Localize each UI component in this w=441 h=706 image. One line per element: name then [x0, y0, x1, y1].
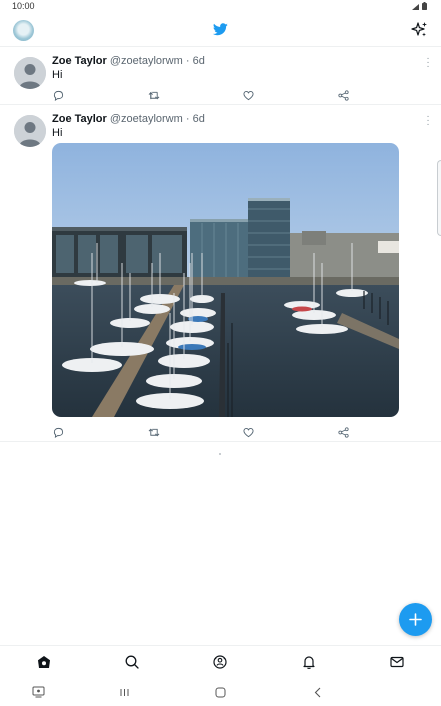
tweet-age: 6d	[192, 113, 205, 125]
tweet-divider	[0, 441, 441, 442]
tweet-photo[interactable]	[52, 143, 399, 417]
tweet-actions	[52, 88, 352, 102]
tweet-author-name[interactable]: Zoe Taylor	[52, 113, 107, 125]
system-assistant-button[interactable]	[32, 685, 45, 703]
nav-home[interactable]	[36, 654, 52, 670]
tweet-text: Hi	[52, 127, 63, 139]
tweet-age: 6d	[192, 55, 205, 67]
tweet-author-handle[interactable]: @zoetaylorwm	[110, 113, 183, 125]
system-back-button[interactable]	[313, 685, 323, 703]
messages-icon	[390, 656, 404, 668]
notifications-icon	[303, 656, 315, 669]
status-bar: 10:00	[0, 0, 441, 14]
default-avatar-icon	[14, 115, 46, 147]
back-icon	[314, 687, 321, 698]
status-icons	[412, 2, 427, 10]
recent-apps-icon	[32, 686, 45, 698]
home-button-icon	[215, 687, 226, 698]
tweet-author-handle[interactable]: @zoetaylorwm	[110, 55, 183, 67]
loading-indicator	[219, 453, 221, 455]
profile-avatar[interactable]	[13, 20, 34, 41]
tweet-header: Zoe Taylor @zoetaylorwm · 6d	[52, 113, 205, 125]
harbor-photo	[52, 143, 399, 417]
compose-tweet-button[interactable]	[399, 603, 432, 636]
system-nav-bar	[0, 677, 441, 706]
status-time: 10:00	[12, 1, 35, 11]
tweet-more-icon[interactable]: · · ·	[425, 54, 431, 72]
edge-panel-handle[interactable]	[437, 160, 441, 236]
search-icon	[125, 655, 139, 669]
home-icon	[38, 656, 50, 668]
bottom-nav	[0, 645, 441, 677]
signal-icon	[412, 4, 419, 10]
tweet-more-icon[interactable]: · · ·	[425, 112, 431, 130]
tweet-avatar[interactable]	[14, 57, 46, 89]
tweet-separator: ·	[185, 113, 190, 125]
tweet-avatar[interactable]	[14, 115, 46, 147]
nav-notifications[interactable]	[301, 654, 317, 670]
tweet[interactable]: Zoe Taylor @zoetaylorwm · 6d · · · Hi	[0, 48, 441, 104]
default-avatar-icon	[14, 57, 46, 89]
spaces-icon	[213, 655, 227, 669]
recent-apps-icon	[120, 689, 129, 696]
twitter-bird-icon[interactable]	[213, 23, 228, 36]
tweet-header: Zoe Taylor @zoetaylorwm · 6d	[52, 55, 205, 67]
tweet-separator: ·	[185, 55, 190, 67]
top-app-bar	[0, 14, 441, 47]
plus-icon	[409, 613, 422, 626]
sparkle-icon[interactable]	[411, 21, 429, 39]
nav-spaces[interactable]	[212, 654, 228, 670]
system-home-button[interactable]	[215, 685, 226, 703]
tweet-text: Hi	[52, 69, 63, 81]
nav-messages[interactable]	[389, 654, 405, 670]
system-recents-button[interactable]	[119, 685, 130, 703]
tweet-author-name[interactable]: Zoe Taylor	[52, 55, 107, 67]
nav-search[interactable]	[124, 654, 140, 670]
battery-icon	[422, 2, 427, 10]
tweet-actions	[52, 425, 352, 439]
